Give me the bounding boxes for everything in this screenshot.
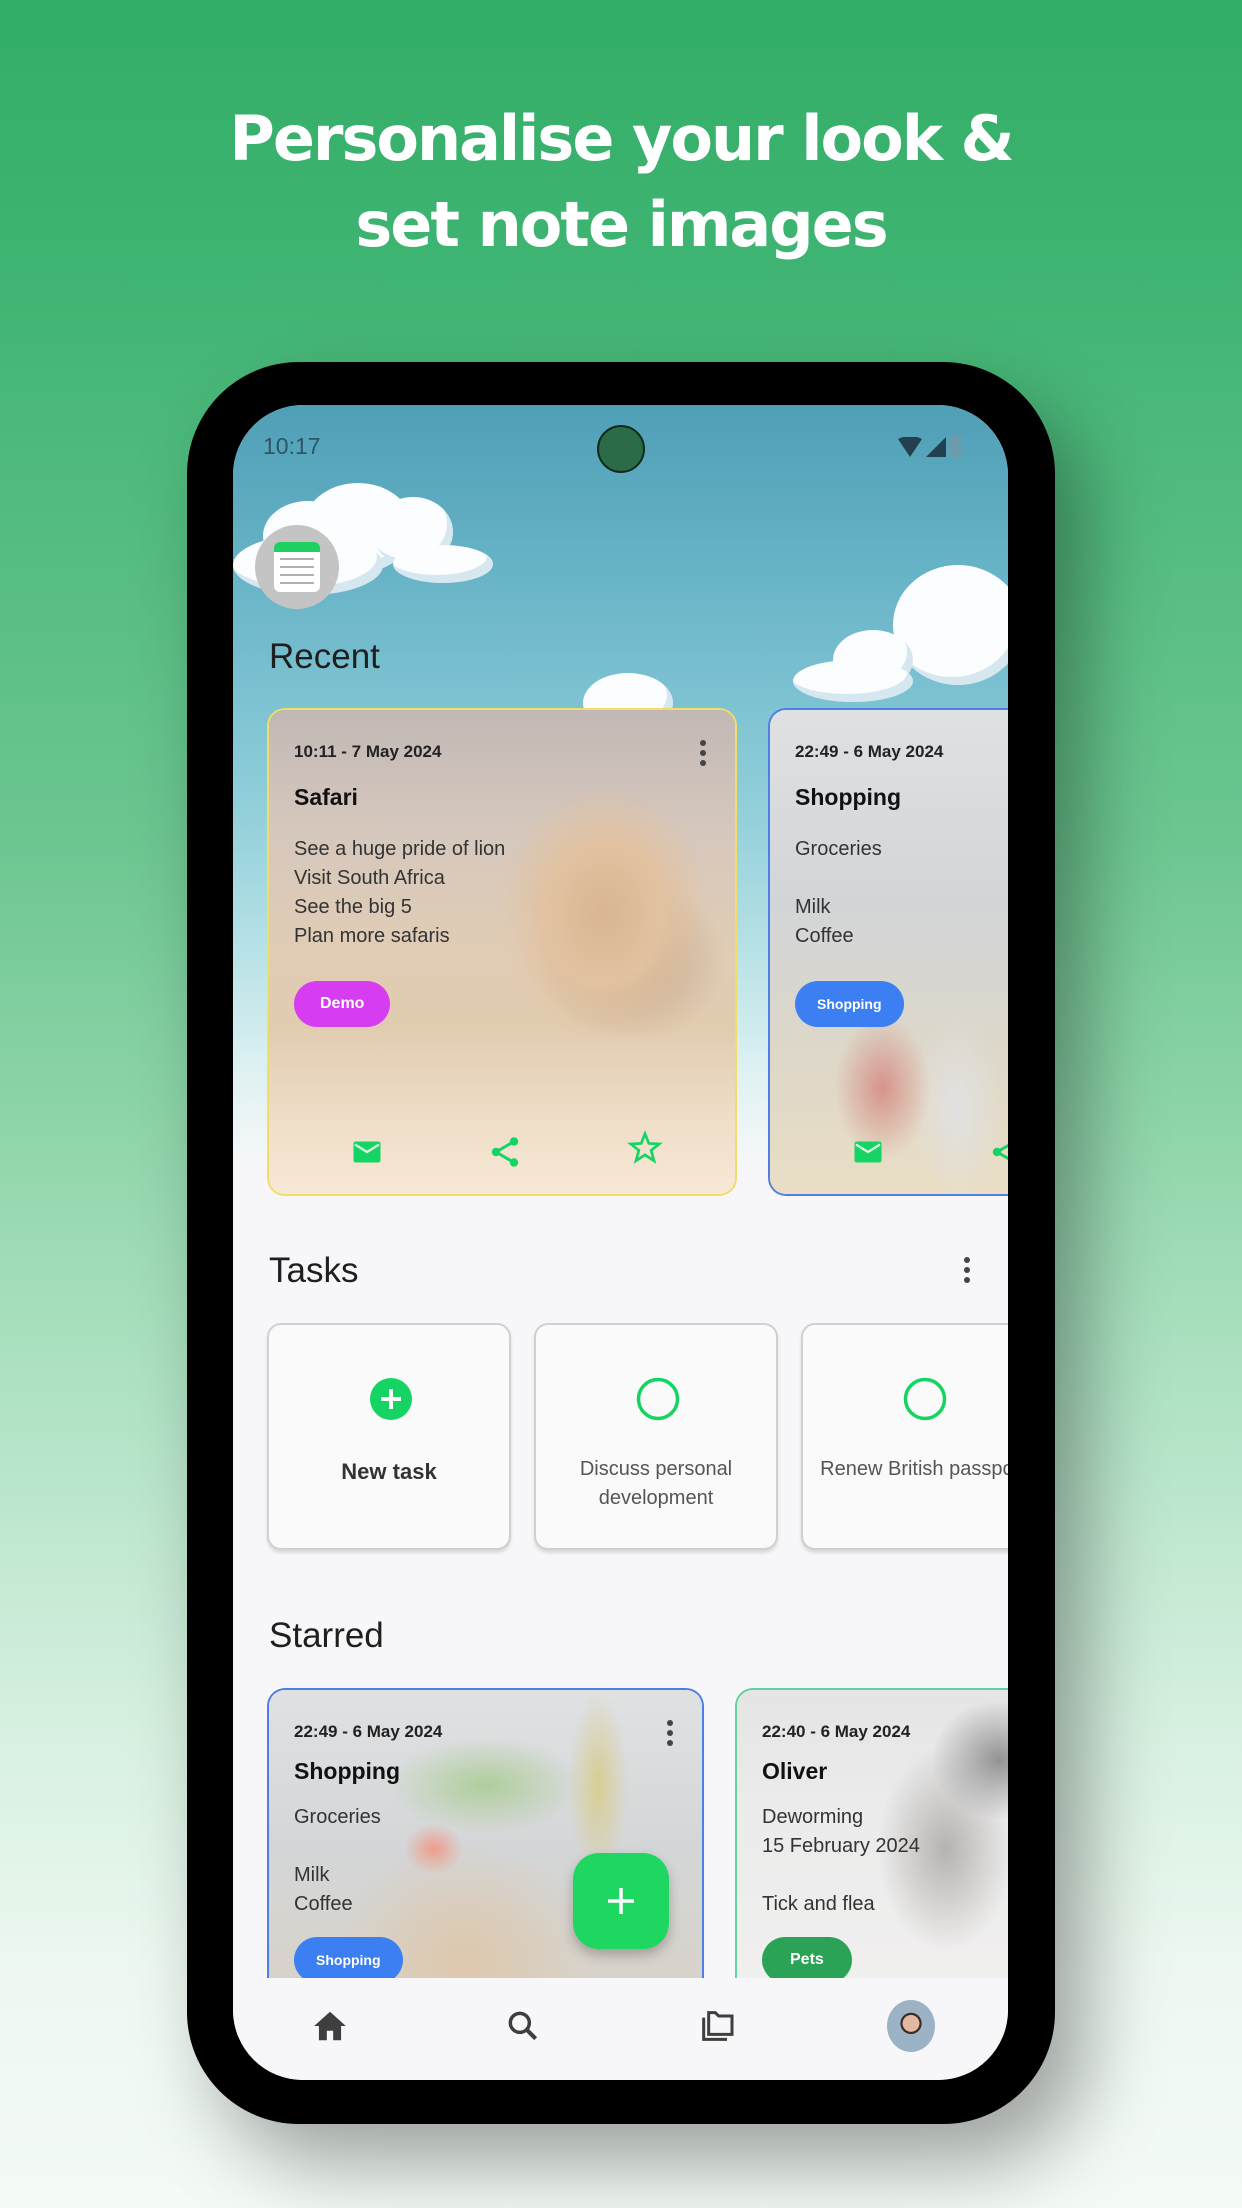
share-icon[interactable]: [988, 1134, 1008, 1170]
starred-note-card-oliver[interactable]: 22:40 - 6 May 2024 Oliver Deworming 15 F…: [735, 1688, 1008, 2008]
folders-icon: [702, 2011, 734, 2041]
note-title: Oliver: [762, 1758, 828, 1784]
nav-search[interactable]: [499, 2002, 547, 2050]
note-title: Shopping: [294, 1758, 401, 1784]
section-title-recent: Recent: [269, 637, 380, 676]
wifi-icon: [898, 437, 922, 457]
signal-icon: [926, 437, 946, 457]
add-circle-icon: [370, 1378, 412, 1420]
cloud: [393, 545, 493, 583]
note-actions: [770, 1134, 1008, 1170]
cloud: [793, 660, 913, 702]
tasks-menu-button[interactable]: [963, 1257, 971, 1283]
note-date: 10:11 - 7 May 2024: [294, 742, 442, 761]
star-outline-icon[interactable]: [627, 1130, 663, 1166]
note-tag[interactable]: Shopping: [795, 981, 904, 1027]
battery-icon: [950, 435, 962, 457]
note-card-shopping[interactable]: 22:49 - 6 May 2024 Shopping Groceries Mi…: [768, 708, 1008, 1196]
note-title: Safari: [294, 784, 358, 810]
note-title: Shopping: [795, 784, 902, 810]
note-body: See a huge pride of lion Visit South Afr…: [294, 838, 506, 947]
notes-app-icon: [274, 542, 320, 592]
search-icon: [508, 2011, 538, 2041]
note-body: Deworming 15 February 2024 Tick and flea: [762, 1806, 920, 1915]
headline-line-1: Personalise your look &: [229, 102, 1014, 175]
note-actions: [269, 1130, 735, 1170]
task-checkbox-icon[interactable]: [636, 1377, 680, 1421]
section-title-starred: Starred: [269, 1616, 384, 1655]
plus-icon: [608, 1888, 634, 1914]
note-tag[interactable]: Pets: [762, 1937, 852, 1983]
section-title-tasks: Tasks: [269, 1251, 359, 1290]
phone-screen: 10:17 Recent 10:11 - 7 May 2024 Safari S…: [233, 405, 1008, 2080]
front-camera: [597, 425, 645, 473]
starred-note-card-shopping[interactable]: 22:49 - 6 May 2024 Shopping Groceries Mi…: [267, 1688, 704, 2008]
task-label: Discuss personal development: [579, 1458, 733, 1509]
task-label: Renew British passport: [820, 1458, 1008, 1480]
status-icons: [898, 435, 962, 457]
nav-home[interactable]: [306, 2002, 354, 2050]
note-date: 22:49 - 6 May 2024: [294, 1722, 443, 1741]
bottom-navigation: [233, 1978, 1008, 2080]
status-time: 10:17: [263, 433, 321, 459]
task-card[interactable]: Renew British passport: [801, 1323, 1008, 1550]
home-icon: [314, 2011, 346, 2041]
note-card-safari[interactable]: 10:11 - 7 May 2024 Safari See a huge pri…: [267, 708, 737, 1196]
promo-headline: Personalise your look & set note images: [0, 96, 1242, 268]
note-body: Groceries Milk Coffee: [795, 838, 882, 947]
app-logo[interactable]: [255, 525, 339, 609]
headline-line-2: set note images: [355, 188, 888, 261]
avatar: [887, 2000, 935, 2052]
nav-folders[interactable]: [693, 2002, 741, 2050]
note-tag[interactable]: Demo: [294, 981, 391, 1027]
nav-profile[interactable]: [887, 2000, 935, 2052]
note-date: 22:40 - 6 May 2024: [762, 1722, 911, 1741]
task-checkbox-icon[interactable]: [903, 1377, 947, 1421]
note-date: 22:49 - 6 May 2024: [795, 742, 944, 761]
task-card[interactable]: Discuss personal development: [534, 1323, 778, 1550]
note-tag[interactable]: Shopping: [294, 1937, 403, 1983]
email-icon[interactable]: [850, 1134, 886, 1170]
add-note-fab[interactable]: [573, 1853, 669, 1949]
new-task-button[interactable]: New task: [267, 1323, 511, 1550]
share-icon[interactable]: [487, 1134, 523, 1170]
task-label: New task: [341, 1459, 437, 1484]
email-icon[interactable]: [349, 1134, 385, 1170]
